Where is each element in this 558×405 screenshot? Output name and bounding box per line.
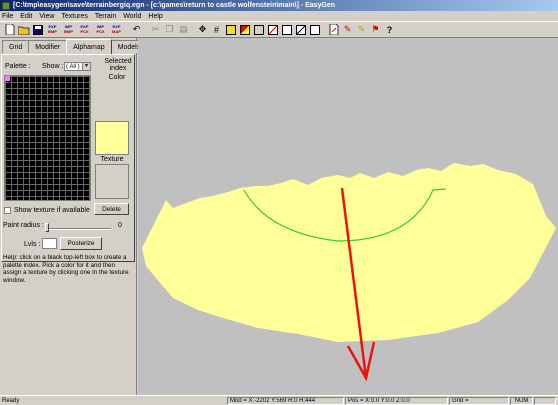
status-mod: Mod = X:-2202 Y:569 R:0 H:444 — [227, 397, 344, 405]
toolbar: EXP BMP IMP BMP EXP PCX IMP PCX EXP MAP ↶ ✂ ❐… — [0, 21, 558, 38]
paint-radius-slider[interactable] — [45, 223, 49, 232]
copy-icon[interactable]: ❐ — [163, 23, 176, 36]
show-select-value: ( All ) — [66, 63, 80, 70]
delete-button[interactable]: Delete — [94, 203, 129, 215]
erase-icon[interactable] — [266, 23, 279, 36]
palette-selected-cell[interactable] — [5, 76, 10, 81]
help-icon[interactable]: ? — [383, 23, 396, 36]
lvls-input[interactable] — [42, 238, 57, 249]
title-bar: [C:\tmp\easygen\save\terrainbergiq.egn -… — [0, 0, 558, 11]
export-pcx-button[interactable]: EXP PCX — [77, 23, 92, 36]
brush-yellow-icon[interactable]: ✎ — [355, 23, 368, 36]
empty-box-icon[interactable] — [280, 23, 293, 36]
tab-alphamap[interactable]: Alphamap — [66, 39, 112, 54]
grid-icon[interactable]: # — [210, 23, 223, 36]
show-label: Show : — [42, 63, 64, 70]
import-pcx-button[interactable]: IMP PCX — [93, 23, 108, 36]
left-panel: Grid Modifier Alphamap Models Palette : … — [0, 38, 148, 395]
toolbar-separator — [322, 23, 326, 36]
new-file-icon[interactable] — [3, 23, 16, 36]
show-texture-label: Show texture if available — [14, 207, 90, 214]
color-label: Color — [108, 74, 126, 81]
terrain-canvas[interactable] — [138, 38, 558, 395]
export-pcx-label: PCX — [80, 28, 89, 34]
app-icon — [2, 1, 10, 10]
menu-help[interactable]: Help — [148, 13, 162, 20]
show-select[interactable]: ( All ) ▼ — [64, 62, 91, 71]
color-red-icon[interactable] — [238, 23, 251, 36]
status-empty — [534, 397, 556, 405]
flag-icon[interactable]: ⚑ — [369, 23, 382, 36]
status-grid: Grid = — [449, 397, 509, 405]
selected-texture-box[interactable] — [95, 164, 129, 199]
export-bmp-button[interactable]: EXP BMP — [45, 23, 60, 36]
selected-index-label: Selected index — [104, 58, 132, 72]
status-ready: Ready — [2, 398, 20, 404]
export-map-button[interactable]: EXP MAP — [109, 23, 124, 36]
tab-grid[interactable]: Grid — [2, 40, 30, 53]
palette-label: Palette : — [5, 63, 31, 70]
cut-icon[interactable]: ✂ — [149, 23, 162, 36]
paint-radius-track[interactable] — [45, 228, 111, 230]
cross-box-icon[interactable] — [294, 23, 307, 36]
help-text: Help: click on a black top-left box to c… — [3, 254, 129, 284]
posterize-button[interactable]: Posterize — [60, 237, 102, 250]
modifier-icon[interactable] — [224, 23, 237, 36]
brush-red-icon[interactable]: ✎ — [341, 23, 354, 36]
menu-terrain[interactable]: Terrain — [95, 13, 116, 20]
open-folder-icon[interactable] — [17, 23, 30, 36]
selected-color-swatch[interactable] — [95, 121, 129, 155]
paste-icon[interactable]: ▤ — [177, 23, 190, 36]
menu-edit[interactable]: Edit — [20, 13, 32, 20]
chevron-down-icon: ▼ — [82, 63, 90, 70]
toolbar-separator — [125, 23, 129, 36]
menu-bar: File Edit View Textures Terrain World He… — [0, 11, 558, 21]
status-bar: Ready Mod = X:-2202 Y:569 R:0 H:444 Pos … — [0, 395, 558, 405]
move-icon[interactable]: ✥ — [196, 23, 209, 36]
window-title: [C:\tmp\easygen\save\terrainbergiq.egn -… — [13, 2, 336, 9]
show-texture-checkbox[interactable] — [4, 207, 11, 214]
toolbar-separator — [144, 23, 148, 36]
save-icon[interactable] — [31, 23, 44, 36]
paint-radius-label: Paint radius : — [3, 222, 44, 229]
terrain-viewport[interactable] — [138, 38, 558, 395]
texture-label: Texture — [100, 156, 124, 163]
menu-world[interactable]: World — [123, 13, 141, 20]
lvls-label: Lvls : — [24, 241, 41, 248]
import-pcx-label: PCX — [96, 28, 105, 34]
empty-box-icon[interactable] — [308, 23, 321, 36]
export-bmp-label: BMP — [48, 28, 57, 34]
palette-grid[interactable] — [4, 75, 91, 201]
export-map-label: MAP — [112, 28, 121, 34]
import-bmp-label: BMP — [64, 28, 73, 34]
import-bmp-button[interactable]: IMP BMP — [61, 23, 76, 36]
menu-view[interactable]: View — [39, 13, 54, 20]
toolbar-separator — [191, 23, 195, 36]
panel-tabs: Grid Modifier Alphamap Models — [2, 39, 148, 55]
document-icon[interactable] — [327, 23, 340, 36]
tab-modifier[interactable]: Modifier — [28, 40, 68, 53]
menu-file[interactable]: File — [2, 13, 13, 20]
status-num: NUM — [510, 397, 533, 405]
menu-textures[interactable]: Textures — [61, 13, 87, 20]
undo-icon[interactable]: ↶ — [130, 23, 143, 36]
status-pos: Pos = X:0.0 Y:0.0 Z:0.0 — [345, 397, 448, 405]
paint-radius-value: 0 — [118, 222, 122, 229]
fill-icon[interactable] — [252, 23, 265, 36]
